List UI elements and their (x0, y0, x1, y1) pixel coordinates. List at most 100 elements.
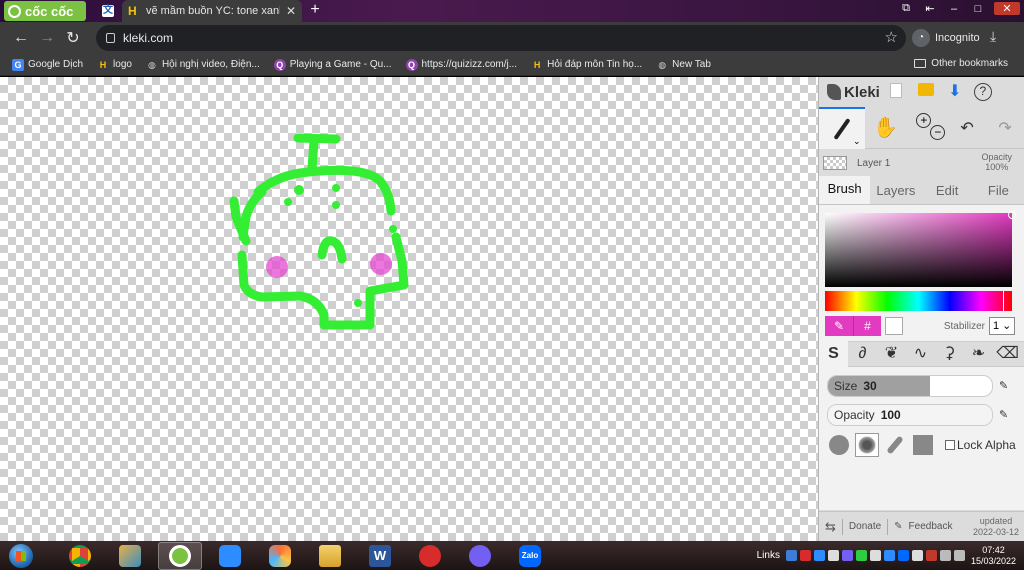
save-download-icon[interactable]: ⬇ (946, 83, 964, 101)
zoom-out-icon[interactable]: − (930, 124, 946, 140)
taskbar-word[interactable]: W (358, 542, 402, 570)
shape-square[interactable] (911, 433, 935, 457)
feedback-link[interactable]: Feedback (909, 521, 953, 532)
taskbar-coccoc[interactable] (158, 541, 202, 570)
taskbar-explorer[interactable] (308, 542, 352, 570)
sketchy-brush-icon[interactable]: ❦ (877, 341, 906, 367)
tray-icon[interactable] (897, 550, 909, 561)
screenshot-icon[interactable]: ⧉ (898, 2, 914, 15)
new-tab-button[interactable]: + (306, 2, 324, 20)
start-button[interactable] (6, 542, 36, 570)
taskbar-chrome[interactable] (58, 542, 102, 570)
tray-icon[interactable] (911, 550, 923, 561)
links-toolbar[interactable]: Links (757, 550, 780, 561)
tray-icon[interactable] (799, 550, 811, 561)
taskbar-unikey[interactable] (408, 542, 452, 570)
back-button[interactable]: ← (8, 25, 34, 51)
eyedropper-icon[interactable]: ✎ (825, 316, 853, 336)
tab-pinned[interactable]: 文 (96, 2, 120, 20)
drawing-canvas[interactable] (0, 77, 818, 541)
pressure-opacity-icon[interactable]: ✎ (999, 408, 1013, 422)
tray-icon[interactable] (827, 550, 839, 561)
bookmark-quizizz[interactable]: Q https://quizizz.com/j... (405, 58, 517, 71)
feedback-icon: ✎ (894, 521, 903, 532)
swap-side-icon[interactable]: ⇆ (825, 519, 836, 535)
kleki-logo[interactable]: Kleki (827, 84, 880, 101)
minimize-button[interactable]: – (946, 3, 962, 15)
hue-slider[interactable] (825, 290, 1012, 312)
shape-circle[interactable] (827, 433, 851, 457)
pressure-size-icon[interactable]: ✎ (999, 379, 1013, 393)
maximize-button[interactable]: □ (970, 3, 986, 15)
tray-icon[interactable] (785, 550, 797, 561)
donate-link[interactable]: Donate (849, 521, 881, 532)
tray-icon[interactable] (855, 550, 867, 561)
bookmark-star-icon[interactable]: ☆ (885, 28, 898, 46)
tray-icon[interactable] (813, 550, 825, 561)
taskbar-zoom[interactable] (208, 542, 252, 570)
taskbar-viber[interactable] (458, 542, 502, 570)
open-button[interactable] (917, 83, 936, 101)
circle-shape-icon (829, 435, 849, 455)
forward-button[interactable]: → (34, 25, 60, 51)
lock-alpha-toggle[interactable]: Lock Alpha (945, 438, 1016, 452)
bookmark-google-dich[interactable]: G Google Dịch (12, 58, 83, 71)
lock-alpha-checkbox[interactable] (945, 440, 955, 450)
other-bookmarks[interactable]: Other bookmarks (914, 58, 1008, 69)
hex-input-button[interactable]: # (853, 316, 881, 336)
bookmark-hoi-dap[interactable]: H Hỏi đáp môn Tin họ... (531, 59, 642, 71)
tray-icon[interactable] (883, 550, 895, 561)
network-icon[interactable] (953, 550, 965, 561)
hand-tool-icon[interactable]: ✋ (865, 115, 907, 140)
incognito-badge[interactable]: ◔ Incognito (912, 26, 980, 50)
blend-brush-icon[interactable]: ∂ (848, 341, 877, 367)
bookmark-hoi-nghi[interactable]: ◍ Hội nghị video, Điện... (146, 59, 260, 71)
tab-close-icon[interactable]: ✕ (286, 4, 296, 18)
brush-tool-button[interactable]: ⌄ (819, 106, 865, 149)
pixel-brush-icon[interactable]: ∿ (906, 341, 935, 367)
tab-edit[interactable]: Edit (922, 183, 973, 204)
bookmark-playing-game[interactable]: Q Playing a Game - Qu... (273, 58, 392, 71)
eraser-icon[interactable]: ⌫ (993, 341, 1022, 367)
layer-preview[interactable]: Layer 1 Opacity 100% (819, 149, 1024, 177)
url-field[interactable]: kleki.com ☆ (96, 25, 906, 51)
back-arrow-icon[interactable]: ⇤ (922, 2, 938, 15)
tab-active[interactable]: H vẽ mầm buồn YC: tone xanh ✕ (122, 0, 302, 22)
download-icon[interactable]: ⤓ (990, 28, 996, 45)
tab-file[interactable]: File (973, 183, 1024, 204)
chevron-down-icon[interactable]: ⌄ (853, 136, 861, 147)
pen-brush-icon[interactable]: S (819, 341, 848, 367)
saturation-value-picker[interactable] (825, 211, 1016, 287)
secondary-color-swatch[interactable] (885, 317, 903, 335)
coccoc-logo[interactable]: cốc cốc (4, 1, 86, 21)
taskbar-paint[interactable] (108, 542, 152, 570)
shape-calligraphy[interactable] (883, 433, 907, 457)
reload-button[interactable]: ↻ (60, 25, 86, 51)
chemy-brush-icon[interactable]: ⚳ (935, 341, 964, 367)
tab-layers[interactable]: Layers (870, 183, 921, 204)
color-cursor[interactable] (1008, 211, 1016, 219)
size-slider[interactable]: Size 30 (827, 375, 993, 397)
redo-icon[interactable]: ↷ (986, 118, 1024, 138)
bookmark-new-tab[interactable]: ◍ New Tab (656, 59, 711, 71)
tray-icon[interactable] (925, 550, 937, 561)
undo-icon[interactable]: ↶ (948, 118, 986, 138)
shape-chalk[interactable] (855, 433, 879, 457)
close-window-button[interactable]: ✕ (994, 2, 1020, 15)
help-icon[interactable]: ? (973, 83, 992, 101)
taskbar-picasa[interactable] (258, 542, 302, 570)
tray-icon[interactable] (841, 550, 853, 561)
taskbar-zalo[interactable]: Zalo (508, 542, 552, 570)
zoom-in-icon[interactable]: + (916, 112, 932, 128)
opacity-slider[interactable]: Opacity 100 (827, 404, 993, 426)
new-image-button[interactable] (889, 83, 908, 101)
smudge-brush-icon[interactable]: ❧ (964, 341, 993, 367)
system-clock[interactable]: 07:42 15/03/2022 (971, 545, 1016, 567)
size-value: 30 (863, 379, 877, 393)
stabilizer-select[interactable]: 1 ⌄ (989, 317, 1015, 335)
tray-icon[interactable] (869, 550, 881, 561)
volume-icon[interactable] (939, 550, 951, 561)
bookmark-logo[interactable]: H logo (97, 59, 132, 71)
tab-brush[interactable]: Brush (819, 176, 871, 204)
hue-handle[interactable] (1003, 290, 1004, 312)
